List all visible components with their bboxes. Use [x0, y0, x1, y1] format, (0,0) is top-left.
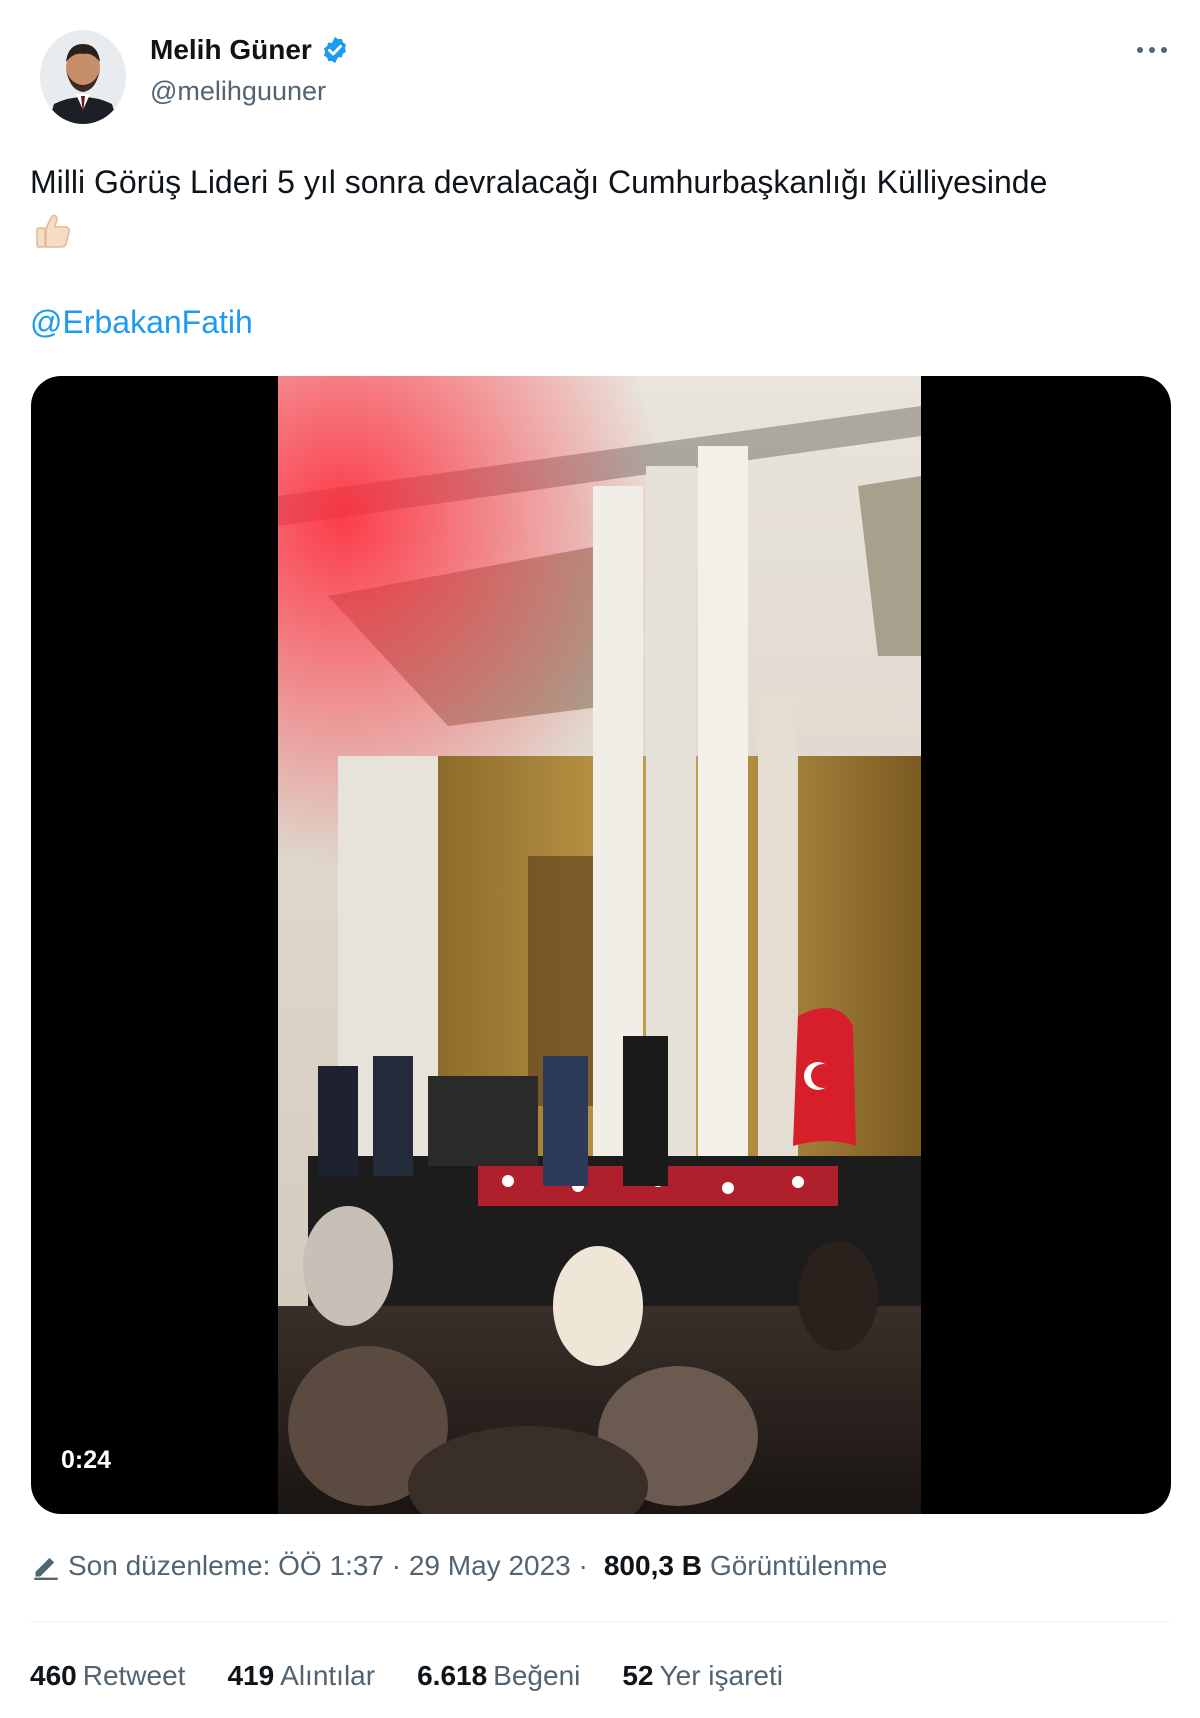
thumbs-up-icon: [36, 214, 70, 248]
mention-link[interactable]: @ErbakanFatih: [30, 304, 253, 341]
user-handle[interactable]: @melihguuner: [150, 76, 326, 107]
avatar[interactable]: [40, 30, 126, 124]
stat-quotes[interactable]: 419 Alıntılar: [227, 1660, 375, 1692]
video-duration: 0:24: [61, 1446, 112, 1474]
video-thumbnail: [278, 376, 921, 1514]
display-name[interactable]: Melih Güner: [150, 34, 350, 66]
display-name-text[interactable]: Melih Güner: [150, 34, 312, 66]
edited-timestamp[interactable]: Son düzenleme: ÖÖ 1:37 · 29 May 2023 ·: [68, 1550, 588, 1582]
engagement-stats: 460 Retweet 419 Alıntılar 6.618 Beğeni 52 Ye…: [30, 1660, 825, 1692]
divider: [30, 1621, 1170, 1622]
more-options-icon[interactable]: [1132, 38, 1172, 62]
stat-bookmarks[interactable]: 52 Yer işareti: [622, 1660, 783, 1692]
views-count: 800,3 B: [603, 1550, 702, 1581]
views-label: Görüntülenme: [709, 1550, 888, 1581]
stat-label: Yer işareti: [659, 1660, 783, 1691]
pencil-icon: [34, 1557, 58, 1580]
stat-value: 419: [227, 1660, 275, 1691]
stat-label: Beğeni: [493, 1660, 581, 1691]
stat-label: Retweet: [82, 1660, 186, 1691]
verified-badge-icon: [323, 36, 346, 64]
video-player[interactable]: 0:24: [31, 376, 1171, 1514]
stat-value: 6.618: [417, 1660, 488, 1691]
tweet-text: Milli Görüş Lideri 5 yıl sonra devralaca…: [30, 164, 1048, 200]
stat-value: 52: [622, 1660, 654, 1691]
stat-likes[interactable]: 6.618 Beğeni: [417, 1660, 580, 1692]
stat-label: Alıntılar: [280, 1660, 376, 1691]
tweet-meta: Son düzenleme: ÖÖ 1:37 · 29 May 2023 · 8…: [32, 1550, 887, 1582]
stat-value: 460: [30, 1660, 77, 1691]
stat-retweets[interactable]: 460 Retweet: [30, 1660, 185, 1692]
